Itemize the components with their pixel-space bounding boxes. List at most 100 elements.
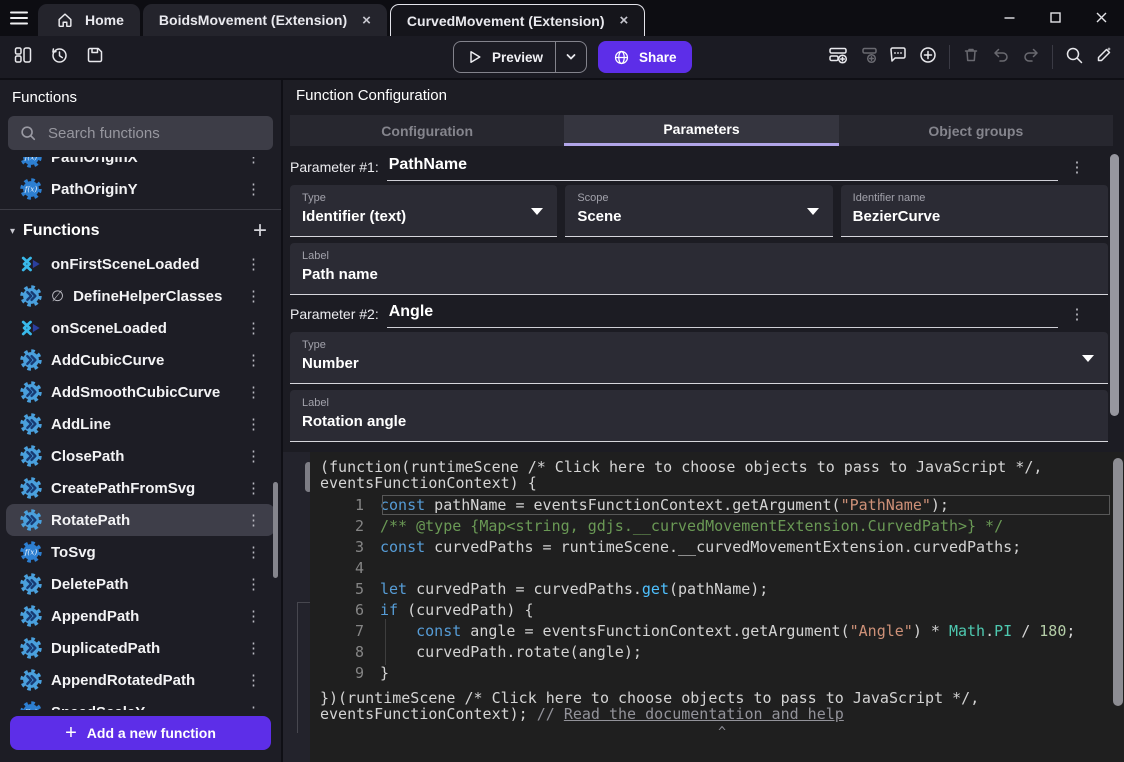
- tab-close-button[interactable]: ×: [620, 12, 629, 29]
- search-box[interactable]: [8, 116, 273, 150]
- project-manager-button[interactable]: [8, 41, 38, 73]
- item-menu-button[interactable]: ⋮: [244, 543, 263, 561]
- preview-button-main[interactable]: Preview: [454, 49, 555, 65]
- item-menu-button[interactable]: ⋮: [244, 479, 263, 497]
- item-menu-button[interactable]: ⋮: [244, 383, 263, 401]
- add-function-plus-button[interactable]: +: [253, 221, 267, 241]
- field-type[interactable]: TypeNumber: [290, 332, 1108, 384]
- parameter-menu-button[interactable]: ⋮: [1064, 305, 1090, 328]
- item-menu-button[interactable]: ⋮: [244, 639, 263, 657]
- sidebar-item-onfirstsceneloaded[interactable]: onFirstSceneLoaded⋮: [6, 248, 275, 280]
- redo-button[interactable]: [1016, 41, 1046, 73]
- parameter-name-input[interactable]: Angle: [387, 303, 1058, 328]
- editor-scrollbar[interactable]: [1113, 458, 1123, 706]
- item-menu-button[interactable]: ⋮: [244, 287, 263, 305]
- sidebar-item-closepath[interactable]: ClosePath⋮: [6, 440, 275, 472]
- item-menu-button[interactable]: ⋮: [244, 511, 263, 529]
- tab-parameters[interactable]: Parameters: [564, 115, 838, 146]
- sidebar-item-pathoriginy[interactable]: f(x)PathOriginY⋮: [6, 173, 275, 205]
- toolbar-center: Preview Share: [453, 41, 692, 73]
- sidebar-item-tosvg[interactable]: f(x)ToSvg⋮: [6, 536, 275, 568]
- action-function-icon: [20, 349, 42, 371]
- item-menu-button[interactable]: ⋮: [244, 607, 263, 625]
- line-number: 7: [320, 621, 364, 642]
- svg-text:f(x): f(x): [24, 157, 38, 162]
- delete-button[interactable]: [956, 41, 986, 73]
- preview-dropdown-button[interactable]: [556, 51, 586, 63]
- field-scope[interactable]: ScopeScene: [565, 185, 832, 237]
- item-menu-button[interactable]: ⋮: [244, 671, 263, 689]
- editor-wrapper-line[interactable]: (function(runtimeScene /* Click here to …: [320, 459, 1124, 475]
- maximize-button[interactable]: [1032, 0, 1078, 34]
- sidebar-item-createpathfromsvg[interactable]: CreatePathFromSvg⋮: [6, 472, 275, 504]
- add-comment-button[interactable]: [883, 41, 913, 73]
- add-subevent-button[interactable]: [853, 41, 883, 73]
- save-button[interactable]: [80, 41, 110, 73]
- line-code: let curvedPath = curvedPaths.get(pathNam…: [380, 579, 768, 600]
- editor-body[interactable]: (function(runtimeScene /* Click here to …: [310, 452, 1124, 762]
- sidebar-item-rotatepath[interactable]: RotatePath⋮: [6, 504, 275, 536]
- function-name: DuplicatedPath: [51, 640, 160, 657]
- edit-scene-button[interactable]: [1089, 41, 1119, 73]
- tab-object-groups[interactable]: Object groups: [839, 115, 1113, 146]
- code-editor[interactable]: (function(runtimeScene /* Click here to …: [283, 452, 1124, 762]
- parameter-name-input[interactable]: PathName: [387, 156, 1058, 181]
- sidebar-item-definehelperclasses[interactable]: ∅DefineHelperClasses⋮: [6, 280, 275, 312]
- sidebar-item-speedscaley[interactable]: f(x)SpeedScaleY⋮: [6, 696, 275, 710]
- tab-boidsmovement-extension[interactable]: BoidsMovement (Extension)×: [143, 4, 387, 36]
- sidebar-item-addcubiccurve[interactable]: AddCubicCurve⋮: [6, 344, 275, 376]
- search-input[interactable]: [46, 124, 262, 143]
- field-label: Identifier name: [853, 192, 1096, 204]
- item-menu-button[interactable]: ⋮: [244, 703, 263, 710]
- item-menu-button[interactable]: ⋮: [244, 351, 263, 369]
- field-type[interactable]: TypeIdentifier (text): [290, 185, 557, 237]
- minimize-button[interactable]: [986, 0, 1032, 34]
- item-menu-button[interactable]: ⋮: [244, 415, 263, 433]
- add-subevent-icon: [857, 45, 879, 70]
- item-menu-button[interactable]: ⋮: [244, 180, 263, 198]
- field-identifier-name[interactable]: Identifier nameBezierCurve: [841, 185, 1108, 237]
- main-menu-button[interactable]: [0, 0, 38, 36]
- tab-configuration[interactable]: Configuration: [290, 115, 564, 146]
- sidebar-scrollbar[interactable]: [273, 482, 278, 578]
- history-button[interactable]: [44, 41, 74, 73]
- editor-wrapper-line[interactable]: })(runtimeScene /* Click here to choose …: [320, 690, 1124, 706]
- add-function-button[interactable]: + Add a new function: [10, 716, 271, 750]
- sidebar-item-addsmoothcubiccurve[interactable]: AddSmoothCubicCurve⋮: [6, 376, 275, 408]
- sidebar-item-addline[interactable]: AddLine⋮: [6, 408, 275, 440]
- functions-group-header[interactable]: ▾Functions+: [0, 214, 281, 248]
- code-line: 4: [320, 558, 1124, 579]
- line-number: 5: [320, 579, 364, 600]
- tab-close-button[interactable]: ×: [362, 12, 371, 29]
- empty-set-icon: ∅: [51, 287, 64, 305]
- item-menu-button[interactable]: ⋮: [244, 575, 263, 593]
- share-button[interactable]: Share: [598, 41, 692, 73]
- editor-collapse-caret[interactable]: ^: [320, 725, 1124, 740]
- tab-home[interactable]: Home: [38, 4, 140, 36]
- sidebar-item-appendrotatedpath[interactable]: AppendRotatedPath⋮: [6, 664, 275, 696]
- field-label-input[interactable]: LabelRotation angle: [290, 390, 1108, 442]
- tab-curvedmovement-extension[interactable]: CurvedMovement (Extension)×: [390, 4, 645, 36]
- parameter-menu-button[interactable]: ⋮: [1064, 158, 1090, 181]
- preview-button[interactable]: Preview: [453, 41, 587, 73]
- sidebar-item-appendpath[interactable]: AppendPath⋮: [6, 600, 275, 632]
- documentation-link[interactable]: Read the documentation and help: [564, 705, 844, 723]
- item-menu-button[interactable]: ⋮: [244, 255, 263, 273]
- item-menu-button[interactable]: ⋮: [244, 447, 263, 465]
- action-function-icon: [20, 573, 42, 595]
- action-function-icon: [20, 285, 42, 307]
- add-circle-button[interactable]: [913, 41, 943, 73]
- sidebar-item-onsceneloaded[interactable]: onSceneLoaded⋮: [6, 312, 275, 344]
- close-window-button[interactable]: [1078, 0, 1124, 34]
- config-scrollbar[interactable]: [1110, 154, 1119, 416]
- item-menu-button[interactable]: ⋮: [244, 319, 263, 337]
- item-menu-button[interactable]: ⋮: [244, 157, 263, 166]
- add-event-button[interactable]: [823, 41, 853, 73]
- sidebar-item-pathoriginx[interactable]: f(x)PathOriginX⋮: [6, 157, 275, 173]
- undo-button[interactable]: [986, 41, 1016, 73]
- minimize-icon: [1003, 11, 1016, 24]
- sidebar-item-duplicatedpath[interactable]: DuplicatedPath ⋮: [6, 632, 275, 664]
- field-label-input[interactable]: LabelPath name: [290, 243, 1108, 295]
- sidebar-item-deletepath[interactable]: DeletePath⋮: [6, 568, 275, 600]
- search-button[interactable]: [1059, 41, 1089, 73]
